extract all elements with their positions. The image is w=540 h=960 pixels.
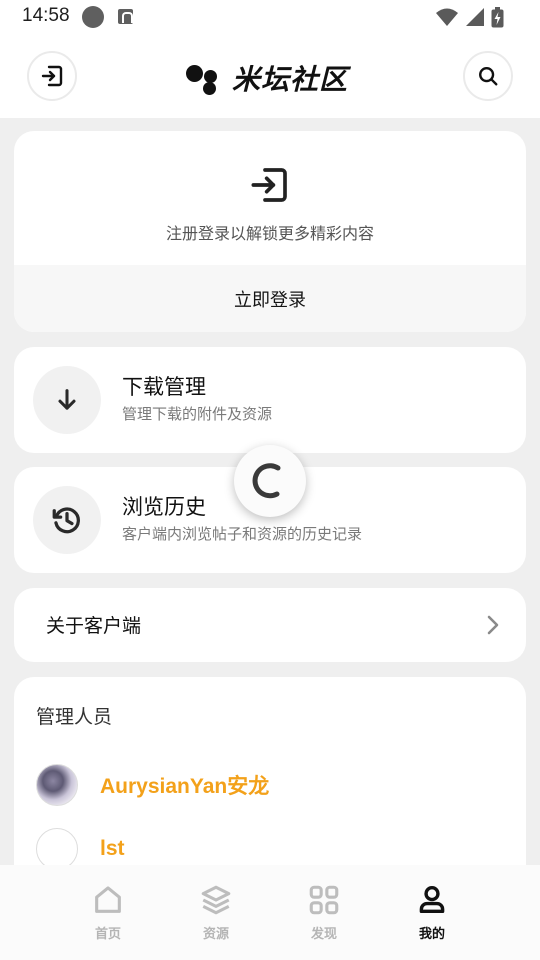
about-label: 关于客户端 xyxy=(46,615,142,637)
download-subtitle: 管理下载的附件及资源 xyxy=(122,405,273,423)
bottom-navigation: 首页 资源 发现 我的 xyxy=(0,865,540,960)
download-management-item[interactable]: 下载管理 管理下载的附件及资源 xyxy=(14,347,526,453)
login-button[interactable] xyxy=(27,51,77,101)
admins-heading: 管理人员 xyxy=(36,706,113,728)
history-subtitle: 客户端内浏览帖子和资源的历史记录 xyxy=(122,525,363,543)
about-client-item[interactable]: 关于客户端 xyxy=(14,588,526,662)
history-icon xyxy=(52,507,80,534)
avatar xyxy=(36,828,78,870)
loading-spinner xyxy=(234,445,306,517)
nav-item-discover[interactable]: 发现 xyxy=(284,883,364,942)
nav-label: 我的 xyxy=(418,927,445,942)
brand-mark-icon xyxy=(186,61,224,95)
login-icon xyxy=(251,168,287,202)
nav-label: 资源 xyxy=(202,927,229,942)
notification-dot-icon xyxy=(82,6,104,28)
avatar xyxy=(36,764,78,806)
download-icon-circle xyxy=(33,366,101,434)
app-notification-icon xyxy=(118,9,133,24)
grid-icon xyxy=(309,885,339,915)
login-now-button[interactable]: 立即登录 xyxy=(14,265,526,332)
download-icon xyxy=(58,389,76,410)
history-icon-circle xyxy=(33,486,101,554)
home-icon xyxy=(95,886,121,913)
battery-icon xyxy=(491,6,504,27)
admin-name: lst xyxy=(100,837,125,860)
brand-logo: 米坛社区 xyxy=(186,58,348,98)
wifi-icon xyxy=(436,8,458,26)
search-icon xyxy=(479,67,498,86)
nav-item-me[interactable]: 我的 xyxy=(392,883,472,942)
loading-spinner-icon xyxy=(252,463,281,499)
layers-icon xyxy=(201,885,231,915)
admin-name: AurysianYan安龙 xyxy=(100,775,270,798)
admin-list-item[interactable]: AurysianYan安龙 xyxy=(36,763,269,807)
status-bar: 14:58 xyxy=(0,0,540,34)
login-hint: 注册登录以解锁更多精彩内容 xyxy=(165,224,374,243)
nav-item-resources[interactable]: 资源 xyxy=(176,883,256,942)
nav-label: 发现 xyxy=(310,927,337,942)
status-indicators xyxy=(435,6,504,27)
login-icon xyxy=(41,65,63,87)
download-title: 下载管理 xyxy=(122,375,206,399)
signal-icon xyxy=(466,8,484,26)
status-time: 14:58 xyxy=(22,5,70,26)
brand-name: 米坛社区 xyxy=(232,63,349,96)
nav-item-home[interactable]: 首页 xyxy=(68,883,148,942)
chevron-right-icon xyxy=(487,615,499,635)
search-button[interactable] xyxy=(463,51,513,101)
login-card: 注册登录以解锁更多精彩内容 立即登录 xyxy=(14,131,526,332)
person-icon xyxy=(419,885,445,914)
history-title: 浏览历史 xyxy=(122,495,206,519)
nav-label: 首页 xyxy=(94,927,121,942)
app-header: 米坛社区 xyxy=(0,34,540,118)
